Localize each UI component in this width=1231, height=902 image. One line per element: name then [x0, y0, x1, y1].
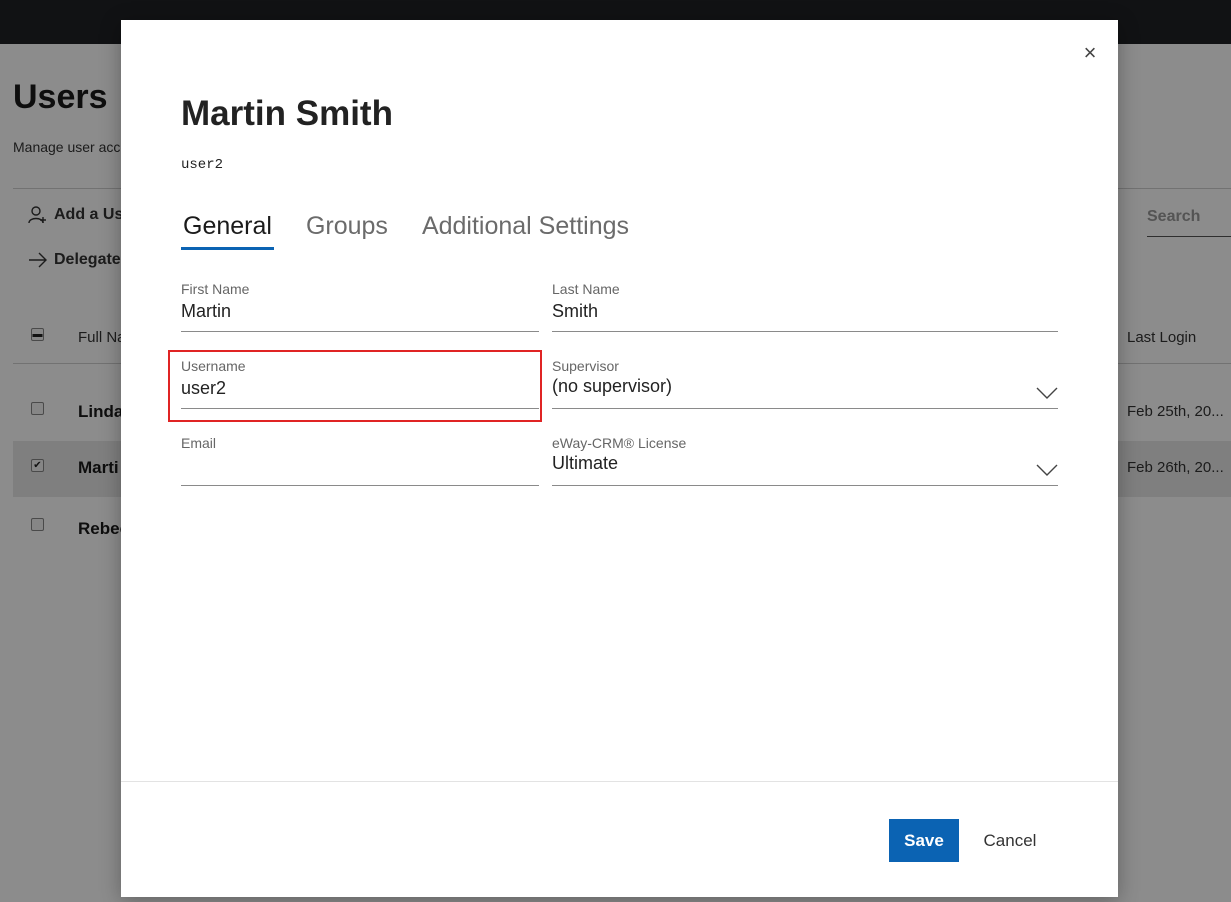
- first-name-input[interactable]: [181, 297, 539, 323]
- chevron-down-icon[interactable]: [1036, 386, 1058, 400]
- close-icon[interactable]: ×: [1079, 42, 1101, 64]
- license-underline: [552, 485, 1058, 486]
- chevron-down-icon[interactable]: [1036, 463, 1058, 477]
- dialog-subtitle: user2: [181, 157, 224, 173]
- username-highlight-box: [168, 350, 542, 422]
- email-underline: [181, 485, 539, 486]
- license-dropdown[interactable]: eWay-CRM® License Ultimate: [552, 435, 1058, 486]
- cancel-button[interactable]: Cancel: [973, 819, 1047, 862]
- dialog-tabs: General Groups Additional Settings: [181, 210, 631, 250]
- first-name-label: First Name: [181, 281, 250, 297]
- license-label: eWay-CRM® License: [552, 435, 687, 451]
- user-edit-dialog: × Martin Smith user2 General Groups Addi…: [121, 20, 1118, 897]
- save-button[interactable]: Save: [889, 819, 959, 862]
- last-name-input[interactable]: [552, 297, 1058, 323]
- dialog-title: Martin Smith: [181, 94, 393, 133]
- email-field: Email: [181, 435, 539, 486]
- tab-additional-settings[interactable]: Additional Settings: [420, 210, 631, 250]
- tab-general[interactable]: General: [181, 210, 274, 250]
- first-name-field: First Name: [181, 281, 539, 332]
- supervisor-label: Supervisor: [552, 358, 619, 374]
- last-name-underline: [552, 331, 1058, 332]
- email-label: Email: [181, 435, 217, 451]
- license-value: Ultimate: [552, 453, 619, 473]
- supervisor-underline: [552, 408, 1058, 409]
- last-name-label: Last Name: [552, 281, 620, 297]
- tab-groups[interactable]: Groups: [304, 210, 390, 250]
- email-input[interactable]: [181, 451, 539, 477]
- footer-divider: [121, 781, 1118, 782]
- first-name-underline: [181, 331, 539, 332]
- supervisor-value: (no supervisor): [552, 376, 673, 396]
- supervisor-dropdown[interactable]: Supervisor (no supervisor): [552, 358, 1058, 409]
- last-name-field: Last Name: [552, 281, 1058, 332]
